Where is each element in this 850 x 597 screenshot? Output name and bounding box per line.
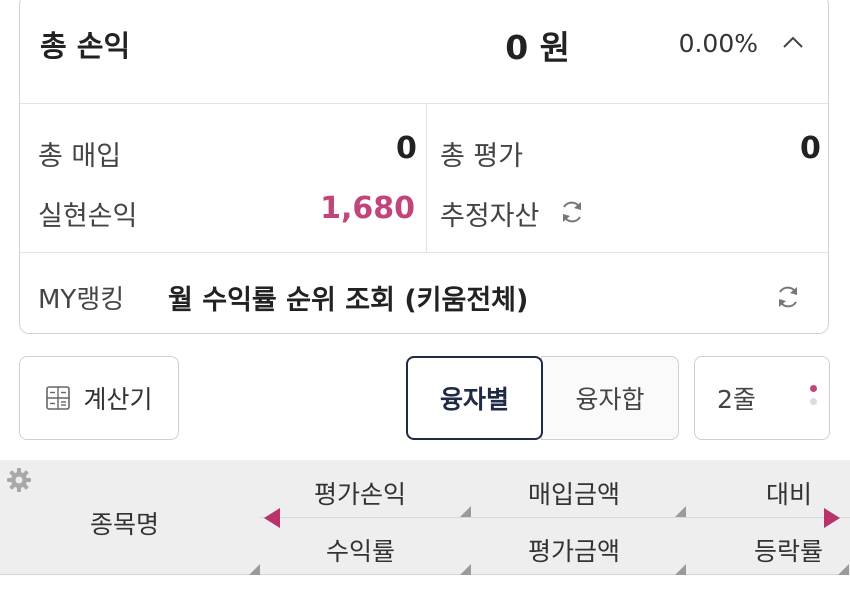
calculator-label: 계산기 (83, 385, 153, 414)
total-pl-value: 0 원 (505, 28, 570, 67)
loan-sum-tab[interactable]: 융자합 (541, 356, 679, 440)
loan-sum-label: 융자합 (575, 385, 645, 414)
sort-corner-icon (460, 564, 471, 575)
divider (20, 103, 828, 104)
gear-icon[interactable] (6, 467, 32, 493)
refresh-icon[interactable] (558, 198, 586, 226)
col-stock-name[interactable]: 종목명 (90, 505, 159, 541)
total-purchase-label: 총 매입 (38, 141, 122, 172)
total-evaluation-label: 총 평가 (440, 141, 524, 172)
ranking-refresh-icon[interactable] (774, 283, 802, 311)
col-eval-amount[interactable]: 평가금액 (528, 532, 620, 568)
col-change-rate[interactable]: 등락률 (754, 532, 823, 568)
total-pl-label: 총 손익 (40, 29, 131, 63)
calculator-icon (46, 386, 71, 410)
sort-corner-icon (675, 564, 686, 575)
col-compare[interactable]: 대비 (766, 475, 812, 511)
sort-corner-icon (675, 506, 686, 517)
divider (260, 517, 850, 518)
sort-corner-icon (460, 506, 471, 517)
summary-card: 총 손익 0 원 0.00% 총 매입 0 총 평가 0 실현손익 1,680 … (19, 0, 829, 334)
col-purchase-amount[interactable]: 매입금액 (528, 475, 620, 511)
col-return-rate[interactable]: 수익률 (326, 532, 395, 568)
total-pl-rate: 0.00% (678, 29, 758, 58)
sort-corner-icon (838, 564, 849, 575)
ranking-link[interactable]: 월 수익률 순위 조회 (키움전체) (168, 278, 528, 317)
total-purchase-value: 0 (396, 131, 417, 166)
total-evaluation-value: 0 (800, 131, 821, 166)
sort-corner-icon (249, 564, 260, 575)
estimated-assets-label: 추정자산 (440, 201, 540, 232)
rows-toggle-button[interactable]: 2줄 (694, 356, 830, 440)
calculator-button[interactable]: 계산기 (19, 356, 179, 440)
my-ranking-label: MY랭킹 (38, 285, 125, 315)
arrow-left-icon[interactable] (264, 508, 280, 528)
chevron-up-icon[interactable] (782, 35, 804, 49)
col-eval-pl[interactable]: 평가손익 (314, 475, 406, 511)
rows-label: 2줄 (717, 385, 756, 414)
table-header: 종목명 평가손익 매입금액 대비 수익률 평가금액 등락률 (0, 460, 850, 575)
by-loan-label: 융자별 (439, 385, 509, 414)
divider-vertical (426, 104, 427, 252)
more-dots-icon (810, 385, 817, 411)
divider (20, 252, 828, 253)
by-loan-tab[interactable]: 융자별 (406, 356, 543, 440)
arrow-right-icon[interactable] (824, 508, 840, 528)
realized-pl-value: 1,680 (320, 191, 415, 226)
realized-pl-label: 실현손익 (38, 201, 138, 232)
